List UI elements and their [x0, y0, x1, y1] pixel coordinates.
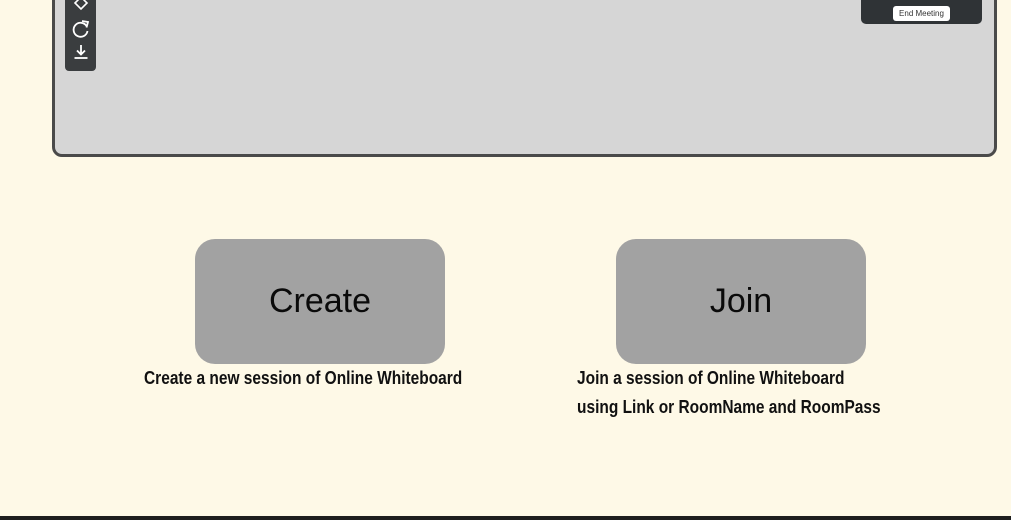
join-button[interactable]: Join	[616, 239, 866, 364]
download-icon[interactable]	[71, 43, 91, 63]
whiteboard-toolbar	[65, 0, 96, 71]
create-description-line: Create a new session of Online Whiteboar…	[144, 368, 463, 388]
whiteboard-preview: End Meeting	[52, 0, 997, 157]
create-description: Create a new session of Online Whiteboar…	[144, 364, 462, 393]
create-button[interactable]: Create	[195, 239, 445, 364]
refresh-icon[interactable]	[71, 19, 91, 39]
footer-bar	[0, 516, 1011, 520]
join-description-line-1: Join a session of Online Whiteboard	[577, 368, 845, 388]
join-description-line-2: using Link or RoomName and RoomPass	[577, 397, 881, 417]
eraser-icon[interactable]	[71, 0, 91, 17]
end-meeting-button[interactable]: End Meeting	[893, 6, 950, 21]
join-description: Join a session of Online Whiteboard usin…	[577, 364, 881, 422]
meeting-panel: End Meeting	[861, 0, 982, 24]
